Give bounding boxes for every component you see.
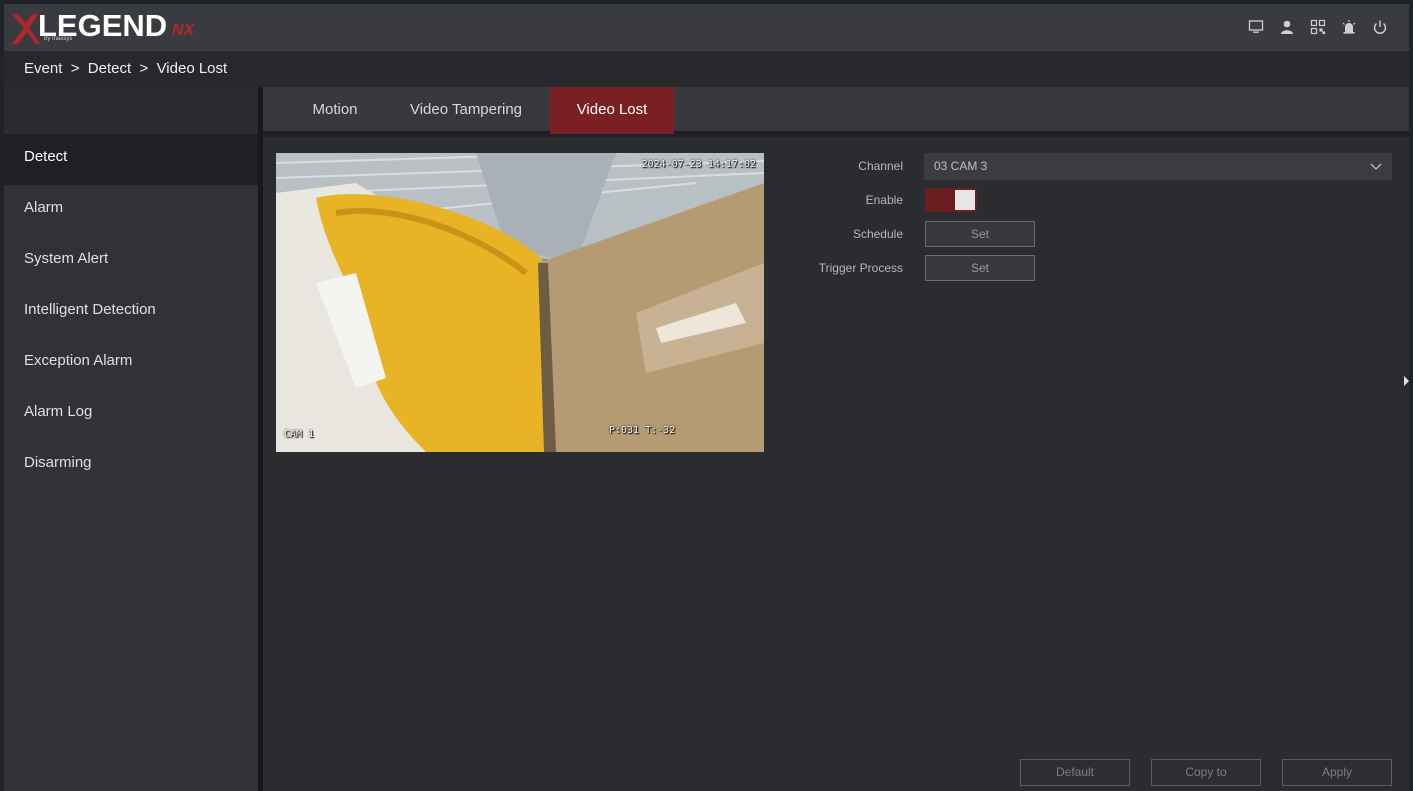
preview-ptz-readout: P:031 T:-32 <box>609 425 676 436</box>
logo-subtitle: by Inaxsys <box>44 36 73 42</box>
camera-preview: 2024-07-23 14:17:02 CAM 1 P:031 T:-32 <box>276 153 764 452</box>
channel-select[interactable]: 03 CAM 3 <box>924 153 1392 180</box>
tab-video-lost[interactable]: Video Lost <box>550 87 674 134</box>
sidebar-item-exception-alarm[interactable]: Exception Alarm <box>4 338 258 389</box>
sidebar-item-system-alert[interactable]: System Alert <box>4 236 258 287</box>
breadcrumb: Event > Detect > Video Lost <box>24 60 228 77</box>
logo-suffix: NX <box>172 22 195 39</box>
sidebar-item-detect[interactable]: Detect <box>4 134 258 185</box>
alarm-icon[interactable] <box>1340 18 1358 36</box>
power-icon[interactable] <box>1371 18 1389 36</box>
main-panel: 2024-07-23 14:17:02 CAM 1 P:031 T:-32 Ch… <box>263 137 1409 791</box>
schedule-set-button[interactable]: Set <box>925 221 1035 247</box>
sidebar: Detect Alarm System Alert Intelligent De… <box>4 87 258 791</box>
tab-video-tampering[interactable]: Video Tampering <box>393 87 539 134</box>
monitor-icon[interactable] <box>1247 18 1265 36</box>
user-icon[interactable] <box>1278 18 1296 36</box>
preview-camera-label: CAM 1 <box>284 429 315 440</box>
breadcrumb-bar: Event > Detect > Video Lost <box>4 51 1409 87</box>
sidebar-header <box>4 87 258 134</box>
header-icons <box>1247 18 1389 36</box>
sidebar-item-intelligent-detection[interactable]: Intelligent Detection <box>4 287 258 338</box>
top-bar: LEGEND NX by Inaxsys <box>4 4 1409 51</box>
sidebar-item-alarm[interactable]: Alarm <box>4 185 258 236</box>
schedule-label: Schedule <box>852 227 903 241</box>
sidebar-item-disarming[interactable]: Disarming <box>4 440 258 491</box>
camera-feed-image <box>276 153 764 452</box>
enable-label: Enable <box>865 193 903 207</box>
tab-motion[interactable]: Motion <box>293 87 377 134</box>
default-button[interactable]: Default <box>1020 759 1130 786</box>
logo-x-icon <box>12 14 40 44</box>
trigger-process-label: Trigger Process <box>818 261 903 275</box>
enable-toggle[interactable] <box>925 188 977 212</box>
sidebar-item-alarm-log[interactable]: Alarm Log <box>4 389 258 440</box>
copy-to-button[interactable]: Copy to <box>1151 759 1261 786</box>
toggle-knob <box>955 190 975 210</box>
chevron-down-icon <box>1370 153 1382 190</box>
app-logo: LEGEND NX by Inaxsys <box>4 4 224 51</box>
channel-select-value: 03 CAM 3 <box>934 159 988 173</box>
mouse-cursor-icon <box>1404 376 1409 386</box>
channel-label: Channel <box>858 159 903 173</box>
tab-bar: Motion Video Tampering Video Lost <box>263 87 1409 134</box>
preview-timestamp: 2024-07-23 14:17:02 <box>641 159 756 170</box>
qr-code-icon[interactable] <box>1309 18 1327 36</box>
apply-button[interactable]: Apply <box>1282 759 1392 786</box>
trigger-process-set-button[interactable]: Set <box>925 255 1035 281</box>
